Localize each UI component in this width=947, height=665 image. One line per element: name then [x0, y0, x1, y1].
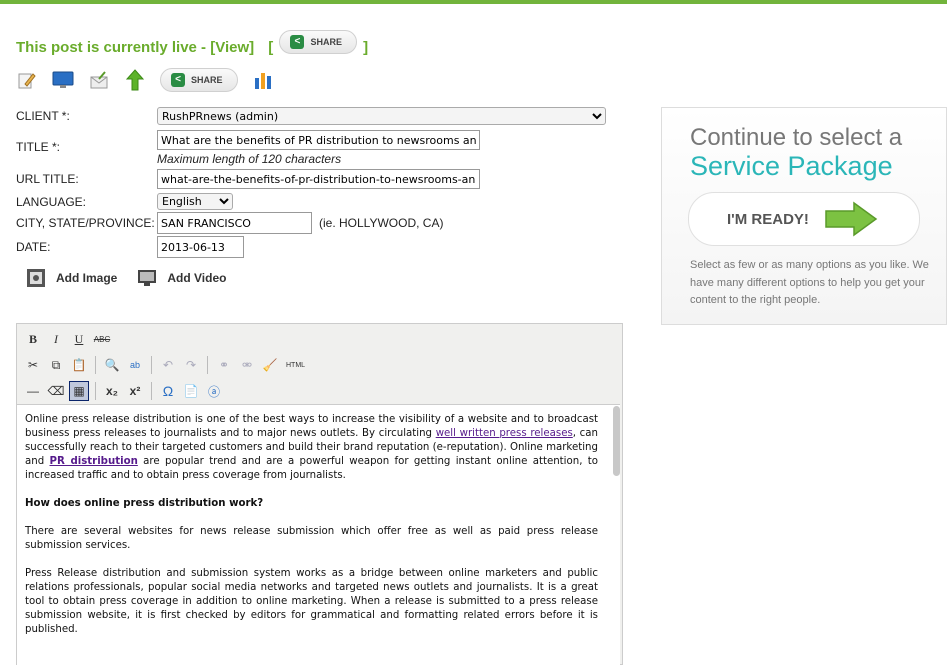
- add-video-link[interactable]: Add Video: [167, 271, 226, 285]
- replace-icon[interactable]: ab: [125, 355, 145, 375]
- language-select[interactable]: English: [157, 193, 233, 210]
- toolbar-separator: [95, 382, 96, 400]
- strikethrough-button[interactable]: ABC: [92, 329, 112, 349]
- section-heading: How does online press distribution work?: [25, 498, 264, 509]
- paste-word-icon[interactable]: ⓐ: [204, 381, 224, 401]
- bracket-close: ]: [363, 39, 369, 56]
- add-image-link[interactable]: Add Image: [56, 271, 117, 285]
- paste-icon[interactable]: 📋: [69, 355, 89, 375]
- pr-distribution-link[interactable]: PR distribution: [50, 456, 138, 467]
- city-input[interactable]: [157, 212, 312, 234]
- im-ready-label: I'M READY!: [727, 211, 809, 228]
- toolbar-separator: [151, 382, 152, 400]
- underline-button[interactable]: U: [69, 329, 89, 349]
- city-label: CITY, STATE/PROVINCE:: [16, 216, 155, 230]
- title-input[interactable]: [157, 130, 480, 150]
- title-label: TITLE *:: [16, 140, 61, 154]
- horizontal-rule-icon[interactable]: —: [23, 381, 43, 401]
- top-accent-bar: [0, 0, 947, 4]
- bracket-open: [: [268, 39, 274, 56]
- share-icon: <: [171, 73, 185, 87]
- date-input[interactable]: [157, 236, 244, 258]
- toolbar-separator: [95, 356, 96, 374]
- add-image-icon[interactable]: [26, 268, 46, 288]
- url-title-label: URL TITLE:: [16, 172, 79, 186]
- undo-icon[interactable]: ↶: [158, 355, 178, 375]
- paragraph-3: Press Release distribution and submissio…: [25, 568, 598, 635]
- well-written-link[interactable]: well written press releases: [436, 428, 573, 439]
- cut-icon[interactable]: ✂: [23, 355, 43, 375]
- panel-line-2: Service Package: [690, 151, 893, 181]
- toolbar-separator: [207, 356, 208, 374]
- view-link[interactable]: [View]: [210, 39, 254, 56]
- status-text: This post is currently live -: [16, 39, 211, 56]
- bold-button[interactable]: B: [23, 329, 43, 349]
- unlink-icon[interactable]: ⚮: [237, 355, 257, 375]
- find-icon[interactable]: 🔍: [102, 355, 122, 375]
- promote-arrow-icon[interactable]: [124, 69, 146, 91]
- paste-text-icon[interactable]: 📄: [181, 381, 201, 401]
- panel-line-1: Continue to select a: [690, 124, 903, 151]
- status-share-button[interactable]: < SHARE: [279, 30, 357, 54]
- subscript-icon[interactable]: x₂: [102, 381, 122, 401]
- service-package-panel: Continue to select a Service Package I'M…: [661, 107, 947, 325]
- add-video-icon[interactable]: [137, 268, 157, 288]
- paragraph-1: Online press release distribution is one…: [25, 414, 598, 481]
- post-toolbar: < SHARE: [16, 66, 274, 94]
- im-ready-button[interactable]: I'M READY!: [688, 192, 920, 246]
- toolbar-share-button[interactable]: < SHARE: [160, 68, 238, 92]
- date-label: DATE:: [16, 240, 51, 254]
- language-label: LANGUAGE:: [16, 195, 87, 209]
- send-icon[interactable]: [88, 69, 110, 91]
- post-status-line: This post is currently live - [View] [ <…: [16, 30, 369, 62]
- client-select[interactable]: RushPRnews (admin): [157, 107, 606, 125]
- share-icon: <: [290, 35, 305, 49]
- italic-button[interactable]: I: [46, 329, 66, 349]
- link-icon[interactable]: ⚭: [214, 355, 234, 375]
- toolbar-separator: [151, 356, 152, 374]
- copy-icon[interactable]: ⧉: [46, 355, 66, 375]
- eraser-icon[interactable]: ⌫: [46, 381, 66, 401]
- toolbar-share-label: SHARE: [191, 75, 223, 85]
- table-icon[interactable]: ▦: [69, 381, 89, 401]
- editor-toolbar-row-1: B I U ABC: [23, 328, 112, 350]
- editor-toolbar-row-3: — ⌫ ▦ x₂ x² Ω 📄 ⓐ: [23, 380, 224, 402]
- media-row: Add Image Add Video: [26, 268, 226, 288]
- special-char-icon[interactable]: Ω: [158, 381, 178, 401]
- paragraph-2: There are several websites for news rele…: [25, 526, 598, 551]
- stats-chart-icon[interactable]: [252, 69, 274, 91]
- city-hint: (ie. HOLLYWOOD, CA): [319, 216, 444, 230]
- editor-scrollbar[interactable]: [613, 406, 620, 476]
- preview-monitor-icon[interactable]: [52, 69, 74, 91]
- html-source-button[interactable]: HTML: [283, 355, 308, 375]
- edit-icon[interactable]: [16, 69, 38, 91]
- rich-text-editor: B I U ABC ✂ ⧉ 📋 🔍 ab ↶ ↷ ⚭ ⚮ 🧹 HTML — ⌫ …: [16, 323, 623, 665]
- status-share-label: SHARE: [310, 37, 342, 47]
- panel-description: Select as few or as many options as you …: [690, 259, 929, 306]
- editor-content-area[interactable]: Online press release distribution is one…: [17, 404, 620, 665]
- title-hint: Maximum length of 120 characters: [157, 152, 342, 166]
- url-title-input[interactable]: [157, 169, 480, 189]
- editor-toolbar-row-2: ✂ ⧉ 📋 🔍 ab ↶ ↷ ⚭ ⚮ 🧹 HTML: [23, 354, 308, 376]
- superscript-icon[interactable]: x²: [125, 381, 145, 401]
- redo-icon[interactable]: ↷: [181, 355, 201, 375]
- client-label: CLIENT *:: [16, 109, 70, 123]
- cleanup-brush-icon[interactable]: 🧹: [260, 355, 280, 375]
- arrow-right-icon: [825, 201, 878, 237]
